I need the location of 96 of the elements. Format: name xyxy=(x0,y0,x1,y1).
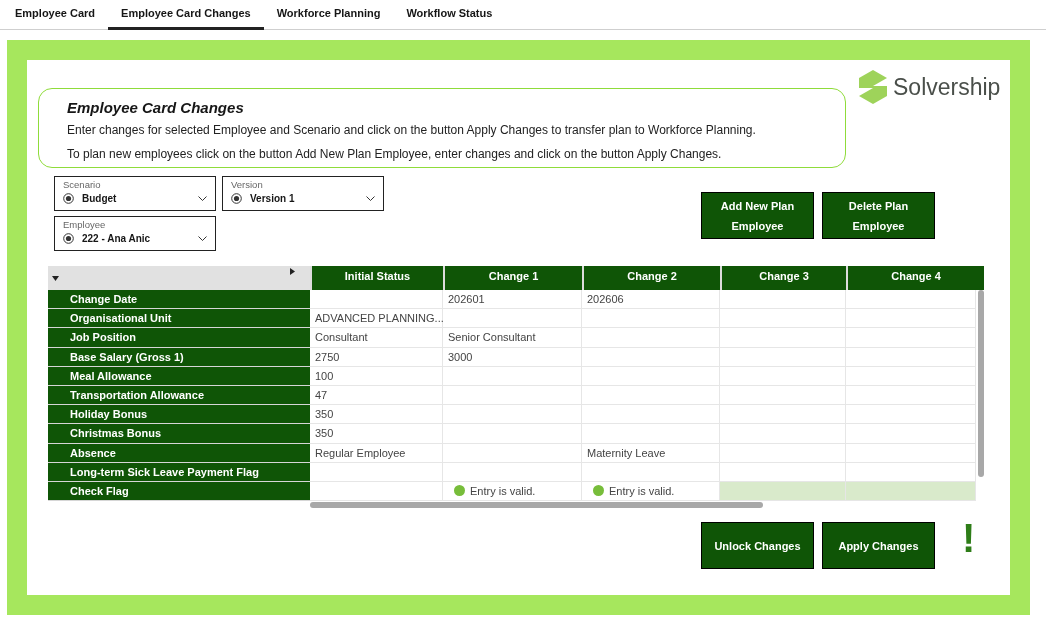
table-cell[interactable] xyxy=(443,366,582,386)
table-cell[interactable]: Maternity Leave xyxy=(582,443,720,463)
row-header: Meal Allowance xyxy=(48,366,310,386)
table-cell[interactable] xyxy=(846,405,976,425)
table-cell[interactable] xyxy=(720,385,846,406)
table-cell[interactable] xyxy=(846,385,976,406)
table-cell[interactable] xyxy=(582,309,720,329)
table-cell[interactable] xyxy=(846,328,976,348)
table-cell[interactable] xyxy=(846,366,976,386)
table-cell[interactable] xyxy=(582,405,720,425)
table-cell[interactable] xyxy=(443,462,582,482)
target-icon xyxy=(63,233,74,244)
dropdown-value: Budget xyxy=(82,192,118,206)
table-cell[interactable] xyxy=(720,462,846,482)
table-cell[interactable] xyxy=(720,328,846,348)
table-cell[interactable] xyxy=(443,405,582,425)
table-cell[interactable] xyxy=(582,385,720,406)
table-cell[interactable] xyxy=(846,462,976,482)
action-button[interactable]: Add New Plan Employee xyxy=(701,192,814,239)
table-cell[interactable] xyxy=(846,424,976,444)
column-header: Initial Status xyxy=(310,266,443,290)
table-cell[interactable] xyxy=(846,309,976,329)
dropdown[interactable]: Version Version 1 xyxy=(222,176,384,211)
caret-down-icon[interactable] xyxy=(52,276,59,281)
chevron-down-icon xyxy=(366,195,375,202)
dropdown-label: Employee xyxy=(63,218,107,231)
table-cell[interactable] xyxy=(582,328,720,348)
table-cell[interactable]: 350 xyxy=(310,424,443,444)
tab[interactable]: Employee Card Changes xyxy=(108,0,264,30)
logo-icon xyxy=(859,70,887,104)
table-cell[interactable] xyxy=(846,347,976,367)
table-cell[interactable]: 202606 xyxy=(582,290,720,310)
row-header: Holiday Bonus xyxy=(48,405,310,425)
column-header: Change 3 xyxy=(720,266,846,290)
row-header: Job Position xyxy=(48,328,310,348)
table-cell[interactable]: 202601 xyxy=(443,290,582,310)
table-cell[interactable] xyxy=(720,366,846,386)
tab[interactable]: Employee Card xyxy=(2,0,109,30)
horizontal-scrollbar[interactable] xyxy=(310,502,763,508)
intro-text: To plan new employees click on the button Add New Plan Employee, enter changes and click on the button Apply Changes. xyxy=(67,146,723,163)
table-cell[interactable] xyxy=(310,290,443,310)
vertical-scrollbar[interactable] xyxy=(978,290,984,477)
intro-title: Employee Card Changes xyxy=(67,98,245,118)
table-cell[interactable]: 3000 xyxy=(443,347,582,367)
table-cell[interactable] xyxy=(846,443,976,463)
target-icon xyxy=(231,193,242,204)
action-button[interactable]: Delete Plan Employee xyxy=(822,192,935,239)
action-button[interactable]: Apply Changes xyxy=(822,522,935,569)
table-cell[interactable] xyxy=(720,290,846,310)
table-cell[interactable] xyxy=(443,443,582,463)
table-cell[interactable]: 350 xyxy=(310,405,443,425)
table-cell[interactable] xyxy=(582,462,720,482)
table-cell[interactable]: ADVANCED PLANNING... xyxy=(310,309,443,329)
chevron-down-icon xyxy=(198,235,207,242)
dropdown-label: Version xyxy=(231,178,264,191)
column-header: Change 2 xyxy=(582,266,720,290)
table-cell[interactable] xyxy=(846,290,976,310)
row-header: Christmas Bonus xyxy=(48,424,310,444)
logo-text: Solvership xyxy=(893,75,1001,99)
table-cell[interactable] xyxy=(720,405,846,425)
row-header: Long-term Sick Leave Payment Flag xyxy=(48,462,310,482)
table-cell[interactable] xyxy=(582,366,720,386)
table-cell[interactable] xyxy=(443,385,582,406)
table-cell[interactable] xyxy=(582,347,720,367)
row-header: Base Salary (Gross 1) xyxy=(48,347,310,367)
row-header: Check Flag xyxy=(48,481,310,502)
tab[interactable]: Workflow Status xyxy=(393,0,506,30)
tab[interactable]: Workforce Planning xyxy=(263,0,394,30)
table-cell[interactable]: Senior Consultant xyxy=(443,328,582,348)
dropdown-value: Version 1 xyxy=(250,192,296,206)
table-cell[interactable] xyxy=(443,424,582,444)
alert-mark: ! xyxy=(962,518,976,558)
row-header: Change Date xyxy=(48,290,310,310)
status-text: Entry is valid. xyxy=(470,483,536,499)
table-cell[interactable] xyxy=(582,424,720,444)
table-cell[interactable]: Consultant xyxy=(310,328,443,348)
column-header: Change 4 xyxy=(846,266,984,290)
table-cell[interactable] xyxy=(720,443,846,463)
target-icon xyxy=(63,193,74,204)
status-text: Entry is valid. xyxy=(609,483,675,499)
dropdown[interactable]: Scenario Budget xyxy=(54,176,216,211)
dropdown-value: 222 - Ana Anic xyxy=(82,232,152,246)
table-cell[interactable] xyxy=(443,309,582,329)
dropdown-label: Scenario xyxy=(63,178,102,191)
row-header: Organisational Unit xyxy=(48,309,310,329)
table-cell[interactable] xyxy=(720,347,846,367)
column-header: Change 1 xyxy=(443,266,582,290)
row-header: Transportation Allowance xyxy=(48,385,310,406)
table-cell[interactable] xyxy=(720,424,846,444)
table-cell[interactable] xyxy=(720,309,846,329)
chevron-down-icon xyxy=(198,195,207,202)
intro-text: Enter changes for selected Employee and Scenario and click on the button Apply Changes to transfer plan to Workforce Planning. xyxy=(67,122,757,139)
action-button[interactable]: Unlock Changes xyxy=(701,522,814,569)
caret-right-icon[interactable] xyxy=(290,268,295,275)
row-header: Absence xyxy=(48,443,310,463)
dropdown[interactable]: Employee 222 - Ana Anic xyxy=(54,216,216,251)
